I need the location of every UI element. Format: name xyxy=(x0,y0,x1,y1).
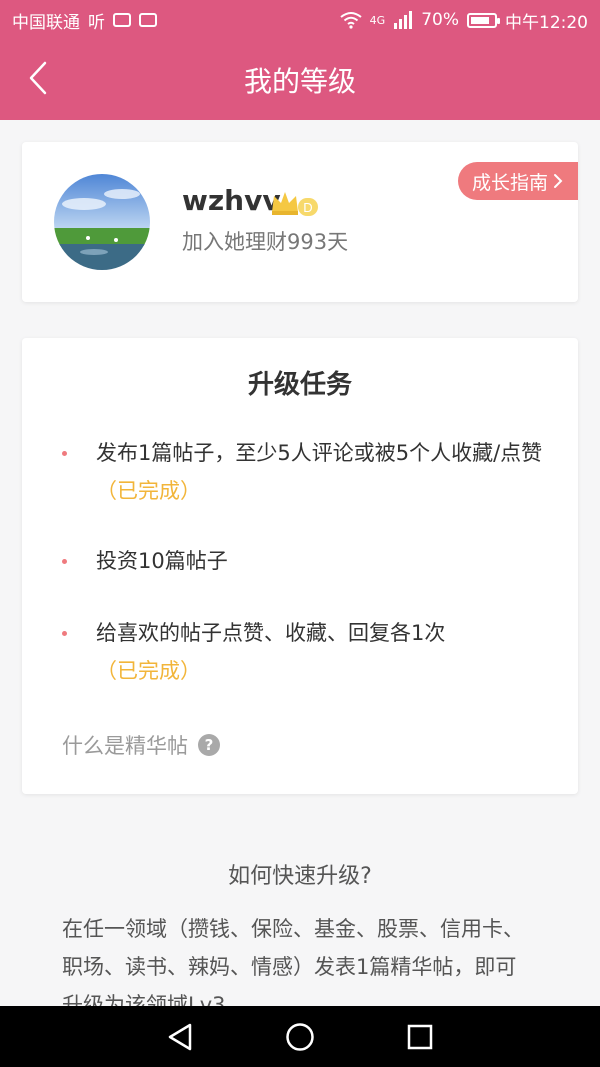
question-icon: ? xyxy=(198,734,220,756)
what-is-featured-post-link[interactable]: 什么是精华帖 ? xyxy=(62,730,220,760)
back-button[interactable] xyxy=(18,58,58,98)
network-type-label: 4G xyxy=(369,13,386,27)
task-item: 给喜欢的帖子点赞、收藏、回复各1次 （已完成） xyxy=(62,614,544,690)
battery-fill xyxy=(471,16,490,24)
clock-label: 中午12:20 xyxy=(505,12,588,33)
video-app-icon xyxy=(139,13,157,27)
task-status: （已完成） xyxy=(96,479,201,503)
task-text: 投资10篇帖子 xyxy=(96,549,228,573)
back-arrow-icon xyxy=(29,61,47,95)
how-to-upgrade-title: 如何快速升级? xyxy=(228,864,372,889)
carrier-label: 中国联通 xyxy=(12,12,80,33)
help-link-label: 什么是精华帖 xyxy=(62,734,188,758)
back-triangle-icon[interactable] xyxy=(166,1022,194,1052)
status-bar: 中国联通 听 4G 70% 中午12:20 xyxy=(0,0,600,40)
home-circle-icon[interactable] xyxy=(285,1022,315,1052)
notification-icon xyxy=(113,13,131,27)
recents-square-icon[interactable] xyxy=(406,1023,434,1051)
bullet-dot-icon xyxy=(62,631,67,636)
level-badge-label: D xyxy=(303,200,312,215)
system-nav-bar xyxy=(0,1006,600,1067)
battery-icon xyxy=(467,12,500,28)
bullet-dot-icon xyxy=(62,451,67,456)
task-text: 给喜欢的帖子点赞、收藏、回复各1次 xyxy=(96,621,446,645)
join-days-text: 加入她理财993天 xyxy=(182,230,349,254)
chevron-right-icon xyxy=(554,174,563,188)
upgrade-tasks-card: 升级任务 发布1篇帖子，至少5人评论或被5个人收藏/点赞 （已完成） 投资10篇帖… xyxy=(22,338,578,794)
growth-guide-label: 成长指南 xyxy=(471,171,548,194)
carrier-extra-label: 听 xyxy=(88,12,105,33)
avatar[interactable] xyxy=(54,174,150,270)
crown-badge-icon: D xyxy=(272,192,318,216)
growth-guide-button[interactable]: 成长指南 xyxy=(458,162,578,200)
task-item: 投资10篇帖子 xyxy=(62,542,544,580)
task-status: （已完成） xyxy=(96,659,201,683)
task-text: 发布1篇帖子，至少5人评论或被5个人收藏/点赞 xyxy=(96,441,543,465)
tasks-title: 升级任务 xyxy=(247,370,352,400)
username: wzhvv xyxy=(182,184,281,217)
app-bar: 我的等级 xyxy=(0,40,600,120)
signal-icon xyxy=(394,11,413,29)
battery-percent-label: 70% xyxy=(421,10,459,30)
task-item: 发布1篇帖子，至少5人评论或被5个人收藏/点赞 （已完成） xyxy=(62,434,544,510)
bullet-dot-icon xyxy=(62,559,67,564)
avatar-landscape-image xyxy=(54,174,150,270)
wifi-icon xyxy=(340,12,362,29)
page-title: 我的等级 xyxy=(243,65,356,98)
